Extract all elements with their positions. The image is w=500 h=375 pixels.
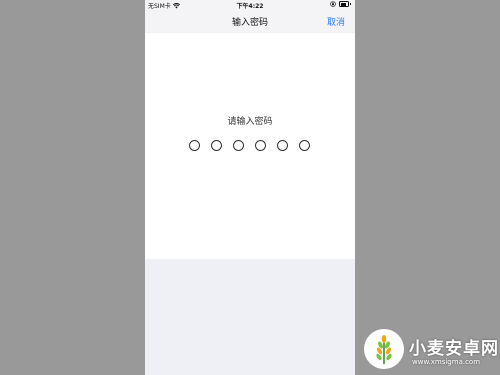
status-time: 下午4:22 <box>236 3 264 10</box>
watermark-title: 小麦安卓网 <box>409 339 499 359</box>
keyboard-area <box>145 259 355 375</box>
passcode-prompt: 请输入密码 <box>227 117 273 127</box>
passcode-digit-4[interactable] <box>255 140 266 151</box>
watermark-url: www.xmsigma.com <box>412 358 481 366</box>
passcode-dots[interactable] <box>189 140 310 151</box>
passcode-digit-2[interactable] <box>211 140 222 151</box>
navigation-bar: 输入密码 取消 <box>145 12 355 32</box>
cancel-button[interactable]: 取消 <box>327 15 345 28</box>
passcode-digit-3[interactable] <box>233 140 244 151</box>
battery-icon <box>339 1 351 7</box>
passcode-digit-5[interactable] <box>277 140 288 151</box>
phone-screen: 无SIM卡 下午4:22 输入密码 取消 请输入密码 <box>145 0 355 375</box>
passcode-digit-1[interactable] <box>189 140 200 151</box>
page-title: 输入密码 <box>231 18 268 28</box>
watermark: 小麦安卓网 www.xmsigma.com <box>357 322 500 375</box>
wheat-logo-icon <box>364 329 404 369</box>
passcode-digit-6[interactable] <box>299 140 310 151</box>
passcode-panel: 请输入密码 <box>145 33 355 259</box>
status-bar: 无SIM卡 下午4:22 <box>145 0 355 12</box>
orientation-lock-icon <box>330 1 336 7</box>
status-right <box>330 1 351 7</box>
